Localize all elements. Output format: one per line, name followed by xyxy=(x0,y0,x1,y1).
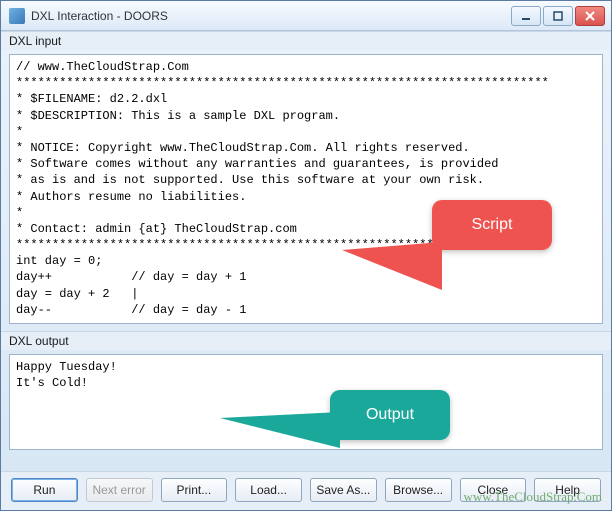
annotation-script: Script xyxy=(432,200,552,250)
close-icon xyxy=(585,11,595,21)
button-bar: Run Next error Print... Load... Save As.… xyxy=(1,471,611,510)
minimize-button[interactable] xyxy=(511,6,541,26)
minimize-icon xyxy=(521,11,531,21)
load-button[interactable]: Load... xyxy=(235,478,302,502)
annotation-tail-icon xyxy=(342,242,442,290)
annotation-tail-icon xyxy=(220,412,340,448)
run-button[interactable]: Run xyxy=(11,478,78,502)
app-icon xyxy=(9,8,25,24)
dxl-input-textarea[interactable] xyxy=(9,54,603,324)
annotation-output: Output xyxy=(330,390,450,440)
save-as-button[interactable]: Save As... xyxy=(310,478,377,502)
window-title: DXL Interaction - DOORS xyxy=(31,9,511,23)
window-controls xyxy=(511,6,605,26)
help-button[interactable]: Help xyxy=(534,478,601,502)
browse-button[interactable]: Browse... xyxy=(385,478,452,502)
maximize-button[interactable] xyxy=(543,6,573,26)
output-section-label: DXL output xyxy=(1,331,611,350)
close-button[interactable]: Close xyxy=(460,478,527,502)
print-button[interactable]: Print... xyxy=(161,478,228,502)
annotation-output-label: Output xyxy=(366,406,414,423)
next-error-button: Next error xyxy=(86,478,153,502)
maximize-icon xyxy=(553,11,563,21)
input-section-label: DXL input xyxy=(1,31,611,50)
titlebar: DXL Interaction - DOORS xyxy=(1,1,611,31)
close-window-button[interactable] xyxy=(575,6,605,26)
annotation-script-label: Script xyxy=(472,216,513,233)
input-pane-wrap xyxy=(1,50,611,331)
